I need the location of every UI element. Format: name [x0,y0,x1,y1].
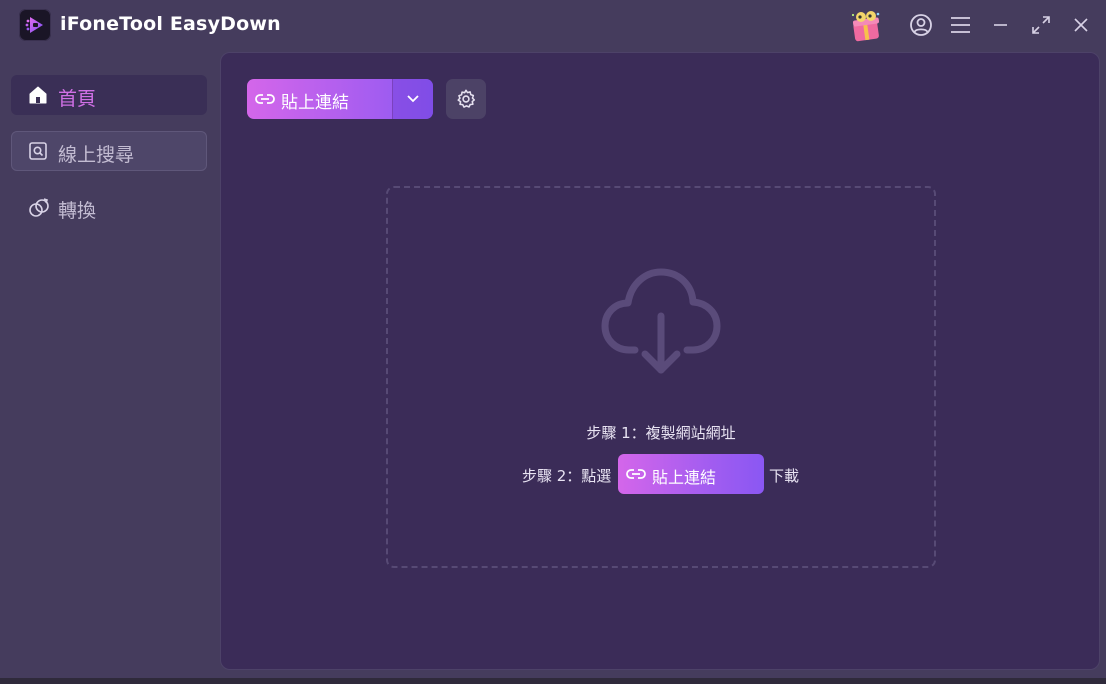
paste-dropdown-toggle[interactable] [393,79,433,119]
link-icon [253,89,277,113]
sidebar: 首頁 線上搜尋 轉換 [0,52,218,684]
close-icon[interactable] [1068,12,1094,38]
menu-icon[interactable] [948,12,974,38]
sidebar-item-home[interactable]: 首頁 [11,75,207,115]
gift-icon[interactable] [848,8,884,44]
step-2-suffix: 下載 [769,467,800,485]
home-icon [28,85,48,105]
main-panel: 貼上連結 步驟 1：複製網站網址 步驟 2：點選 貼上連結 下載 [220,52,1100,670]
minimize-icon[interactable] [988,12,1014,38]
paste-link-label: 貼上連結 [281,93,349,113]
convert-icon [28,197,49,217]
step-2-prefix: 步驟 2：點選 [522,467,612,485]
sidebar-item-label: 線上搜尋 [58,144,135,166]
maximize-icon[interactable] [1028,12,1054,38]
sidebar-item-label: 轉換 [58,200,97,222]
paste-link-button[interactable]: 貼上連結 [247,79,433,119]
search-icon [28,141,48,161]
app-window: iFoneTool EasyDown 首頁 線上搜尋 轉換 貼上連結 步驟 1：… [0,0,1106,684]
step-2-row: 步驟 2：點選 貼上連結 下載 [522,454,822,494]
window-bottom-edge [0,678,1106,684]
step-1-text: 步驟 1：複製網站網址 [586,424,736,442]
app-logo [19,9,51,41]
sidebar-item-label: 首頁 [58,88,97,110]
app-title: iFoneTool EasyDown [60,13,281,35]
chevron-down-icon [407,95,419,103]
title-bar: iFoneTool EasyDown [0,0,1106,52]
sidebar-item-convert[interactable]: 轉換 [11,187,207,227]
settings-button[interactable] [446,79,486,119]
link-icon [624,464,648,488]
account-icon[interactable] [908,12,934,38]
drop-zone: 步驟 1：複製網站網址 步驟 2：點選 貼上連結 下載 [386,186,936,568]
inline-paste-link-button[interactable]: 貼上連結 [618,454,764,494]
cloud-download-icon [601,266,721,382]
gear-icon [457,89,476,108]
inline-paste-link-label: 貼上連結 [652,468,717,487]
sidebar-item-search[interactable]: 線上搜尋 [11,131,207,171]
